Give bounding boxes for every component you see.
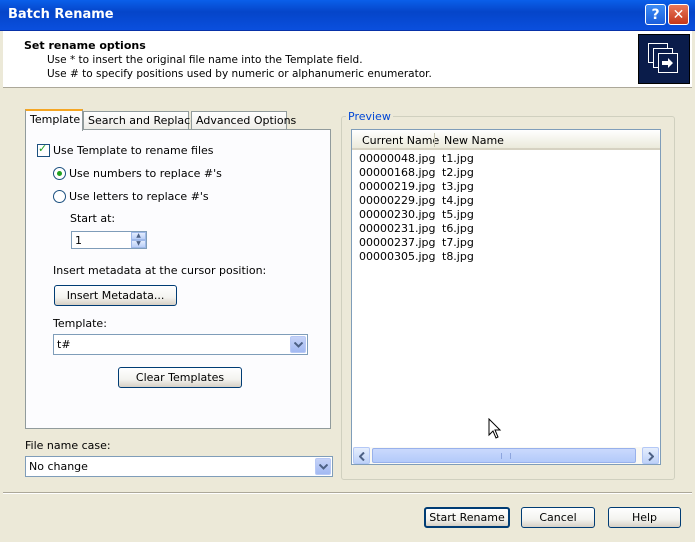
tab-search-and-replace[interactable]: Search and Replace — [83, 111, 197, 130]
header-title: Set rename options — [24, 39, 146, 52]
current-name-cell: 00000229.jpg — [359, 194, 436, 207]
spinner-arrows: ▲ ▼ — [131, 232, 146, 248]
list-item[interactable]: 00000168.jpg t2.jpg — [352, 166, 652, 180]
scroll-left-button[interactable] — [353, 447, 370, 464]
new-name-cell: t1.jpg — [442, 152, 474, 165]
file-name-case-value[interactable]: No change — [29, 460, 88, 473]
current-name-cell: 00000219.jpg — [359, 180, 436, 193]
tab-template[interactable]: Template — [25, 109, 83, 131]
chevron-down-icon — [294, 342, 303, 348]
current-name-cell: 00000237.jpg — [359, 236, 436, 249]
new-name-cell: t3.jpg — [442, 180, 474, 193]
column-current-name[interactable]: Current Name — [362, 134, 439, 147]
preview-label: Preview — [346, 110, 393, 123]
column-new-name[interactable]: New Name — [444, 134, 504, 147]
arrow-right-icon — [662, 58, 673, 68]
use-letters-label[interactable]: Use letters to replace #'s — [69, 190, 209, 203]
list-item[interactable]: 00000048.jpg t1.jpg — [352, 152, 652, 166]
start-rename-button[interactable]: Start Rename — [424, 507, 510, 528]
template-label: Template: — [53, 317, 107, 330]
metadata-label: Insert metadata at the cursor position: — [53, 264, 267, 277]
spin-down-icon[interactable]: ▼ — [131, 240, 146, 248]
list-item[interactable]: 00000305.jpg t8.jpg — [352, 250, 652, 264]
use-numbers-radio[interactable] — [53, 167, 66, 180]
chevron-down-icon — [319, 464, 328, 470]
use-letters-radio[interactable] — [53, 190, 66, 203]
current-name-cell: 00000168.jpg — [359, 166, 436, 179]
preview-list[interactable]: Current Name New Name 00000048.jpg t1.jpg… — [351, 129, 661, 465]
insert-metadata-button[interactable]: Insert Metadata... — [54, 285, 177, 306]
chevron-left-icon — [359, 452, 365, 461]
list-item[interactable]: 00000219.jpg t3.jpg — [352, 180, 652, 194]
start-at-value[interactable]: 1 — [75, 234, 82, 247]
new-name-cell: t4.jpg — [442, 194, 474, 207]
template-dropdown-button[interactable] — [290, 336, 306, 353]
new-name-cell: t2.jpg — [442, 166, 474, 179]
new-name-cell: t7.jpg — [442, 236, 474, 249]
file-name-case-label: File name case: — [25, 439, 111, 452]
file-name-case-combobox[interactable]: No change — [25, 456, 333, 477]
spin-up-icon[interactable]: ▲ — [131, 232, 146, 240]
tab-advanced-options[interactable]: Advanced Options — [191, 111, 296, 130]
window-title: Batch Rename — [8, 7, 114, 22]
column-separator[interactable] — [434, 133, 435, 147]
new-name-cell: t8.jpg — [442, 250, 474, 263]
new-name-cell: t6.jpg — [442, 222, 474, 235]
template-combobox[interactable]: t# — [53, 334, 308, 355]
help-titlebar-button[interactable]: ? — [645, 4, 666, 25]
current-name-cell: 00000230.jpg — [359, 208, 436, 221]
close-button[interactable]: ✕ — [668, 4, 689, 25]
new-name-cell: t5.jpg — [442, 208, 474, 221]
use-template-checkbox[interactable] — [37, 142, 50, 157]
file-name-case-dropdown-button[interactable] — [315, 458, 331, 475]
current-name-cell: 00000048.jpg — [359, 152, 436, 165]
start-at-label: Start at: — [70, 212, 116, 225]
template-tab-panel: Use Template to rename files Use numbers… — [25, 129, 331, 429]
scroll-thumb[interactable] — [372, 448, 636, 463]
header-hint-1: Use * to insert the original file name i… — [47, 54, 363, 66]
title-bar[interactable]: Batch Rename ? ✕ — [0, 0, 695, 31]
horizontal-scrollbar[interactable] — [353, 447, 659, 464]
list-header: Current Name New Name — [352, 130, 660, 150]
batch-rename-dialog: Batch Rename ? ✕ Set rename options Use … — [0, 0, 695, 542]
dialog-header: Set rename options Use * to insert the o… — [3, 31, 692, 88]
list-item[interactable]: 00000230.jpg t5.jpg — [352, 208, 652, 222]
scroll-right-button[interactable] — [642, 447, 659, 464]
template-value[interactable]: t# — [57, 338, 71, 351]
mouse-pointer-icon — [488, 418, 502, 439]
clear-templates-button[interactable]: Clear Templates — [118, 367, 242, 388]
grip-icon — [501, 453, 511, 459]
current-name-cell: 00000231.jpg — [359, 222, 436, 235]
current-name-cell: 00000305.jpg — [359, 250, 436, 263]
cancel-button[interactable]: Cancel — [521, 507, 595, 528]
batch-rename-icon — [638, 34, 690, 84]
use-numbers-label[interactable]: Use numbers to replace #'s — [69, 167, 222, 180]
use-template-label[interactable]: Use Template to rename files — [53, 144, 214, 157]
header-hint-2: Use # to specify positions used by numer… — [47, 68, 432, 80]
list-item[interactable]: 00000237.jpg t7.jpg — [352, 236, 652, 250]
stacked-file-icon — [658, 53, 678, 73]
footer-divider — [3, 492, 692, 494]
list-item[interactable]: 00000231.jpg t6.jpg — [352, 222, 652, 236]
start-at-spinner[interactable]: 1 ▲ ▼ — [71, 231, 147, 249]
chevron-right-icon — [648, 452, 654, 461]
list-item[interactable]: 00000229.jpg t4.jpg — [352, 194, 652, 208]
help-button[interactable]: Help — [608, 507, 681, 528]
